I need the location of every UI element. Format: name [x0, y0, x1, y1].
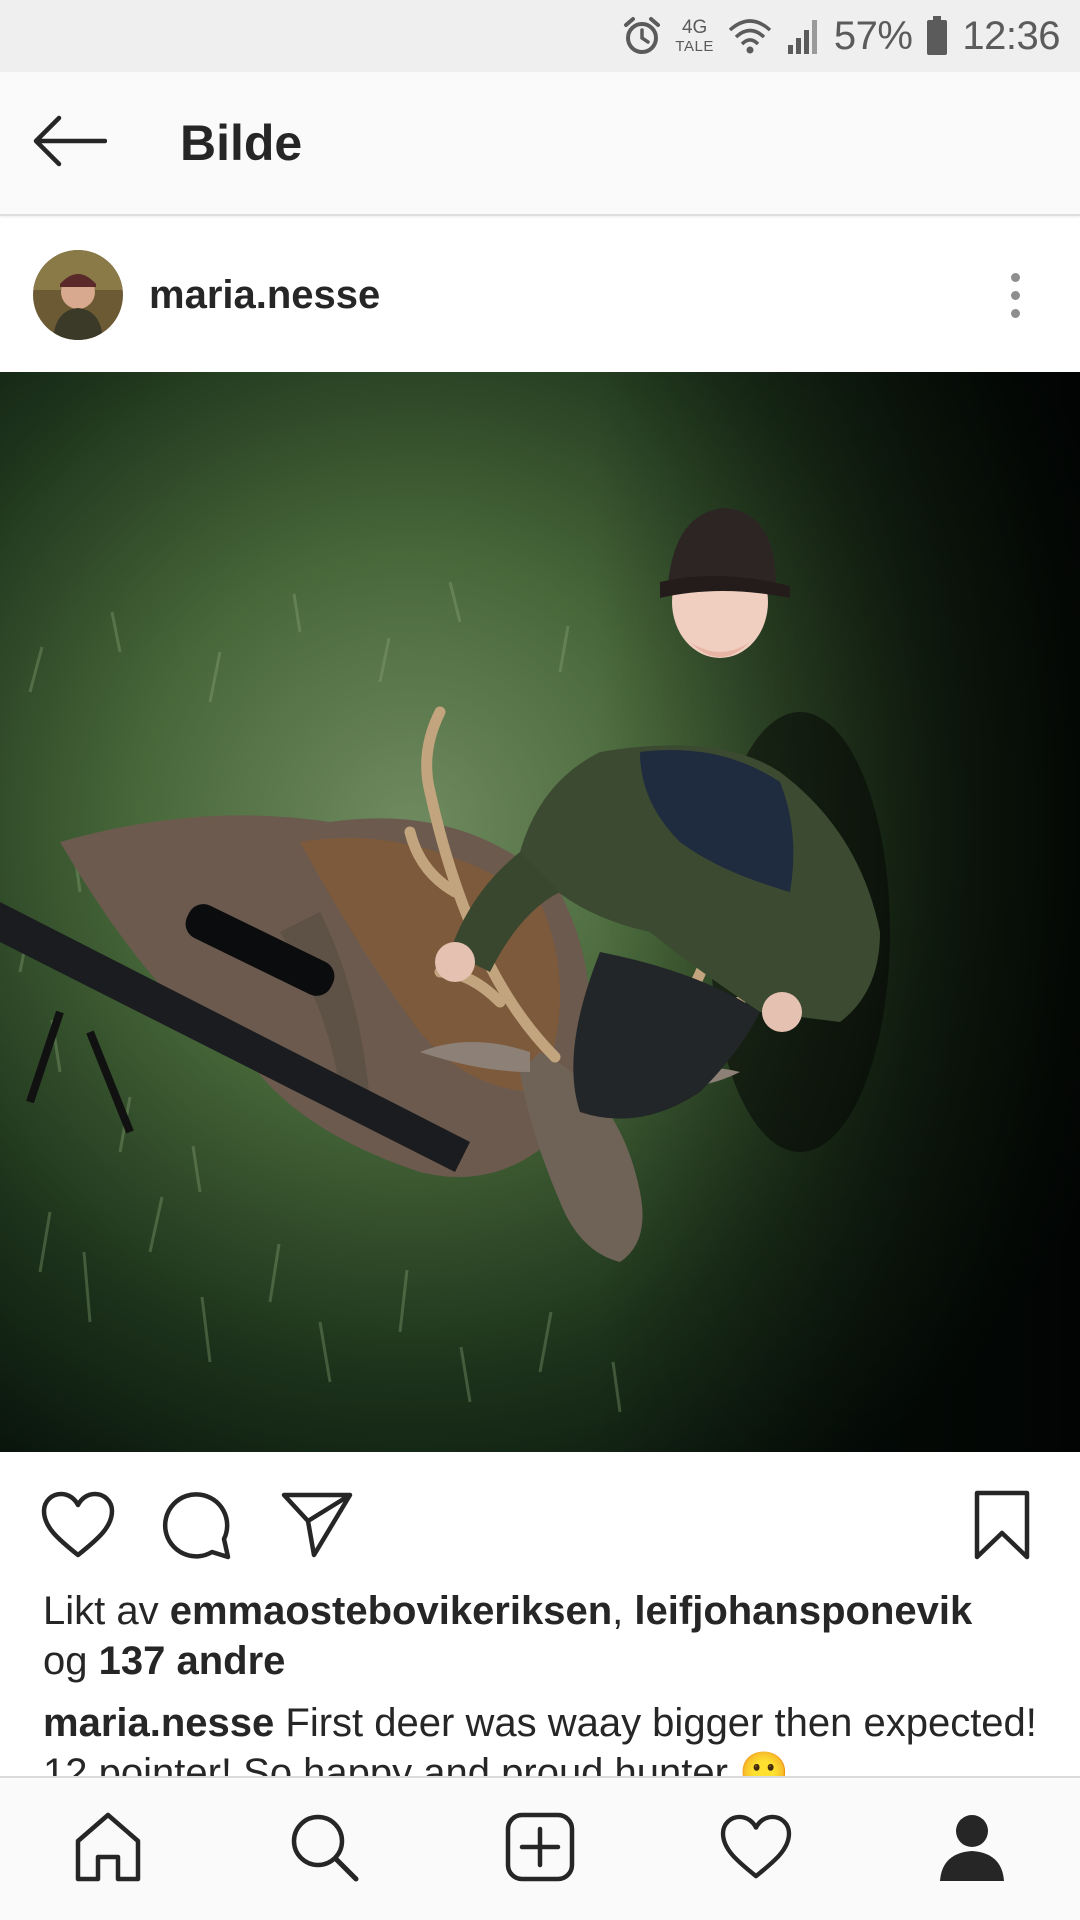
profile-icon [936, 1811, 1008, 1888]
more-options-button[interactable] [980, 255, 1050, 335]
bottom-nav [0, 1776, 1080, 1920]
heart-icon [40, 1491, 116, 1564]
page-title: Bilde [180, 115, 303, 171]
likes-count[interactable]: 137 andre [99, 1639, 286, 1683]
post-actions [0, 1452, 1080, 1592]
post-header: maria.nesse [0, 218, 1080, 372]
signal-icon [786, 17, 820, 55]
liker-username[interactable]: emmaostebovikeriksen [170, 1589, 612, 1633]
comment-button[interactable] [152, 1482, 242, 1572]
share-button[interactable] [272, 1482, 362, 1572]
avatar[interactable] [33, 250, 123, 340]
network-type: 4G TALE [675, 17, 714, 55]
home-icon [72, 1811, 144, 1888]
alarm-icon [623, 16, 661, 56]
save-button[interactable] [957, 1482, 1047, 1572]
post-photo[interactable] [0, 372, 1080, 1452]
battery-percent: 57% [833, 13, 913, 58]
clock: 12:36 [962, 13, 1060, 58]
bookmark-icon [973, 1489, 1031, 1566]
like-button[interactable] [33, 1482, 123, 1572]
tab-new-post[interactable] [475, 1784, 605, 1914]
tab-profile[interactable] [907, 1784, 1037, 1914]
comment-icon [161, 1489, 233, 1566]
caption: maria.nesse First deer was waay bigger t… [43, 1698, 1043, 1778]
tab-search[interactable] [259, 1784, 389, 1914]
send-icon [280, 1491, 354, 1564]
top-nav: Bilde [0, 72, 1080, 216]
tab-home[interactable] [43, 1784, 173, 1914]
post-username[interactable]: maria.nesse [149, 273, 380, 318]
battery-icon [926, 16, 948, 56]
add-post-icon [504, 1811, 576, 1888]
post-photo-image [0, 372, 1080, 1452]
search-icon [288, 1811, 360, 1888]
more-vertical-icon [1010, 272, 1020, 282]
caption-username[interactable]: maria.nesse [43, 1701, 274, 1745]
back-button[interactable] [0, 71, 140, 215]
likes-summary: Likt av emmaostebovikeriksen, leifjohans… [43, 1589, 973, 1683]
arrow-left-icon [33, 115, 108, 172]
status-bar: 4G TALE 57% 12:36 [0, 0, 1080, 72]
liker-username[interactable]: leifjohansponevik [634, 1589, 972, 1633]
activity-heart-icon [719, 1814, 793, 1885]
wifi-icon [728, 18, 772, 54]
tab-activity[interactable] [691, 1784, 821, 1914]
